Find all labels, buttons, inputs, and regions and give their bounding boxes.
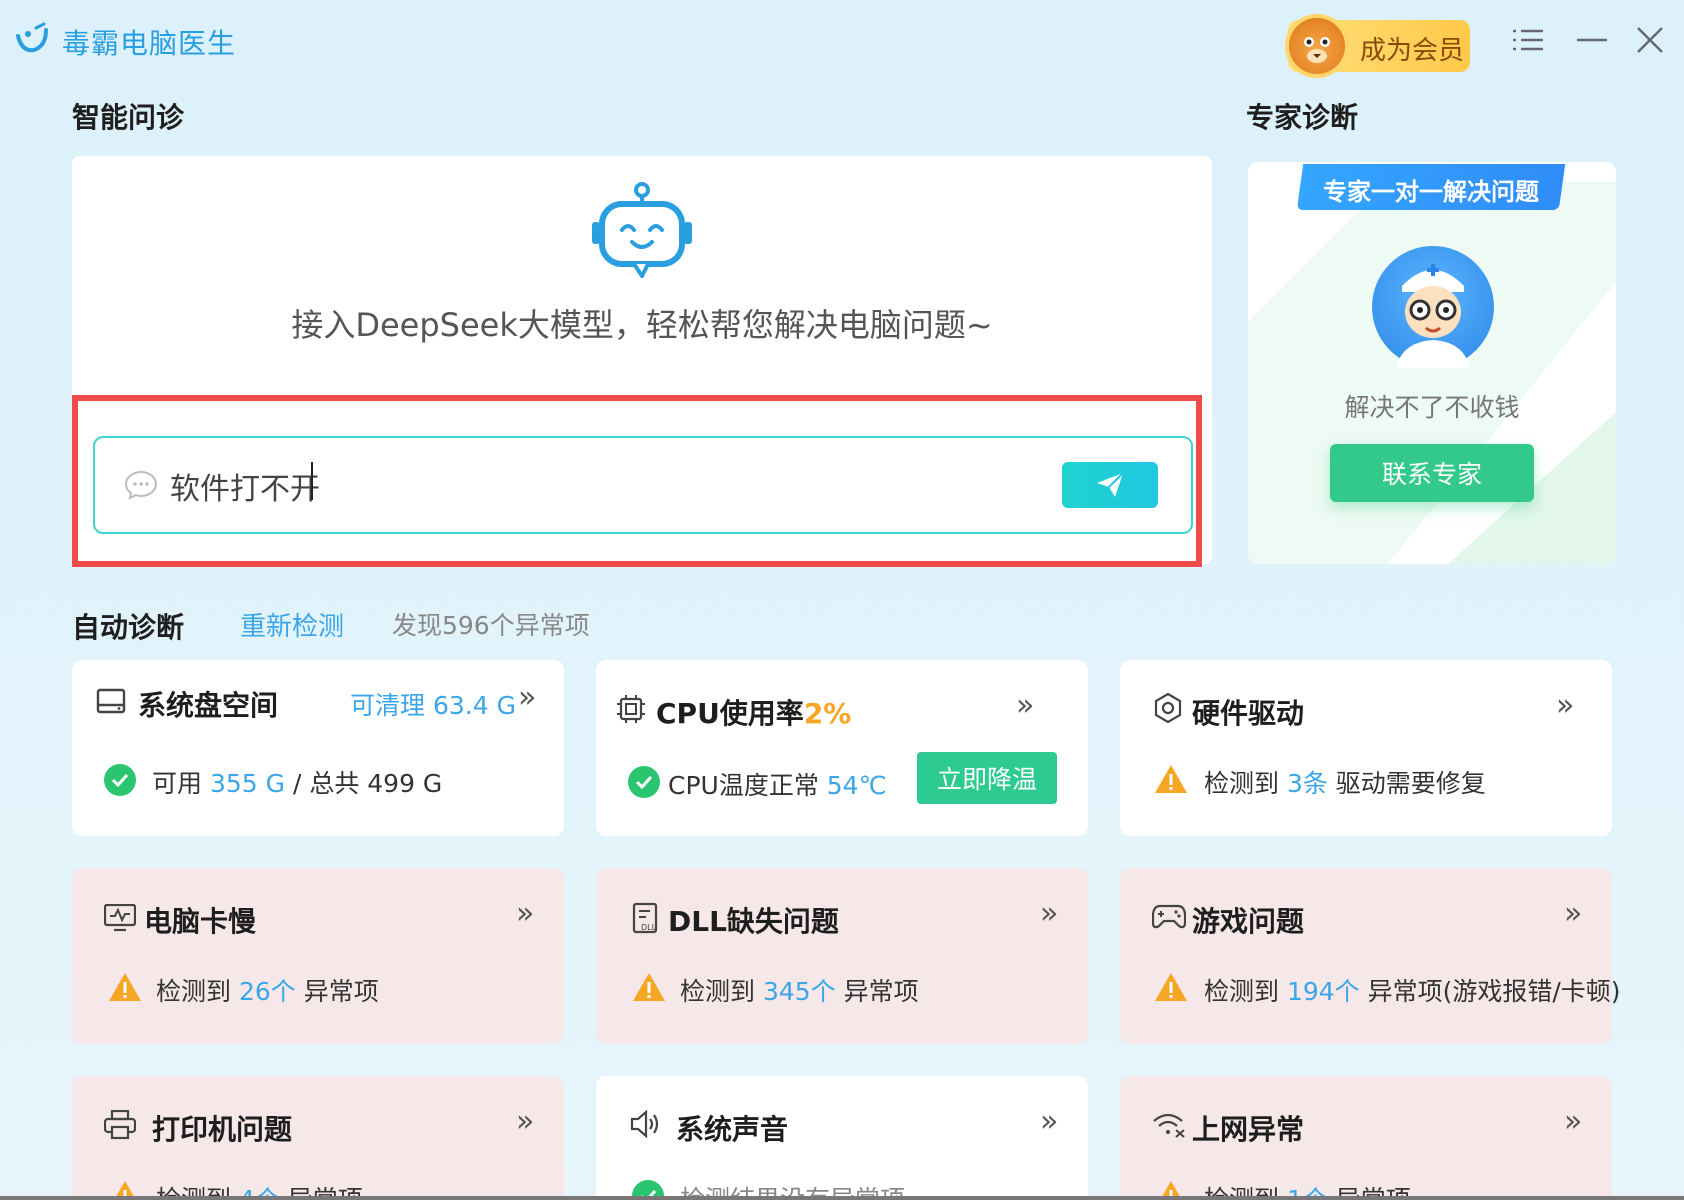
app-title: 毒霸电脑医生 [62, 27, 237, 60]
printer-chevron-icon[interactable]: » [516, 1104, 534, 1139]
robot-icon [590, 182, 694, 282]
printer-icon [103, 1109, 137, 1144]
cpu-temp-text: CPU温度正常 54℃ [668, 771, 887, 800]
card-cpu[interactable] [596, 660, 1088, 836]
paper-plane-icon [1097, 472, 1124, 497]
card-disk-title: 系统盘空间 [138, 689, 279, 722]
found-count-text: 发现596个异常项 [392, 611, 590, 640]
close-icon[interactable] [1630, 20, 1670, 60]
warning-icon [1154, 764, 1188, 794]
sound-chevron-icon[interactable]: » [1040, 1104, 1058, 1139]
send-button[interactable] [1062, 462, 1158, 508]
card-dll-title: DLL缺失问题 [668, 905, 839, 938]
dll-chevron-icon[interactable]: » [1040, 896, 1058, 931]
card-driver-title: 硬件驱动 [1192, 697, 1305, 730]
contact-expert-button[interactable]: 联系专家 [1330, 444, 1534, 502]
window-bottom-border [0, 1196, 1684, 1200]
question-input-value[interactable]: 软件打不开 [170, 464, 320, 508]
cpu-usage-value: 2% [803, 697, 852, 730]
expert-note: 解决不了不收钱 [1344, 393, 1520, 422]
card-game[interactable] [1120, 868, 1612, 1044]
network-chevron-icon[interactable]: » [1564, 1104, 1582, 1139]
vip-label[interactable]: 成为会员 [1360, 30, 1464, 67]
dll-status-text: 检测到 345个 异常项 [680, 977, 919, 1006]
menu-icon[interactable] [1508, 20, 1548, 60]
card-slow-title: 电脑卡慢 [144, 905, 257, 938]
cpu-icon [616, 694, 646, 728]
card-game-title: 游戏问题 [1192, 905, 1305, 938]
disk-icon [96, 686, 126, 720]
game-status-text: 检测到 194个 异常项(游戏报错/卡顿) [1204, 977, 1621, 1006]
dll-file-icon: DLL [632, 902, 660, 938]
doctor-avatar-icon [1372, 246, 1494, 368]
card-network-title: 上网异常 [1192, 1113, 1305, 1146]
ai-intro-text: 接入DeepSeek大模型，轻松帮您解决电脑问题~ [291, 306, 993, 344]
card-slow[interactable] [72, 868, 564, 1044]
minimize-icon[interactable] [1572, 20, 1612, 60]
warning-icon [108, 972, 142, 1002]
check-icon [628, 766, 660, 798]
warning-icon [1154, 972, 1188, 1002]
slow-chevron-icon[interactable]: » [516, 896, 534, 931]
driver-status-text: 检测到 3条 驱动需要修复 [1204, 769, 1486, 798]
disk-clean-value: 63.4 G [432, 691, 516, 720]
card-driver[interactable] [1120, 660, 1612, 836]
cpu-chevron-icon[interactable]: » [1016, 688, 1034, 723]
card-cpu-title: CPU使用率2% [656, 697, 852, 730]
recheck-link[interactable]: 重新检测 [240, 606, 344, 643]
card-printer-title: 打印机问题 [152, 1113, 293, 1146]
driver-chevron-icon[interactable]: » [1556, 688, 1574, 723]
ai-heading: 智能问诊 [72, 101, 185, 134]
chat-bubble-icon [124, 470, 158, 504]
card-sound-title: 系统声音 [676, 1113, 789, 1146]
check-icon [104, 764, 136, 796]
disk-usage-text: 可用 355 G / 总共 499 G [152, 769, 443, 798]
card-dll[interactable] [596, 868, 1088, 1044]
wifi-off-icon [1152, 1112, 1186, 1142]
disk-chevron-icon[interactable]: » [518, 680, 536, 715]
speaker-icon [630, 1109, 660, 1142]
slow-status-text: 检测到 26个 异常项 [156, 977, 379, 1006]
expert-banner-text: 专家一对一解决问题 [1323, 178, 1539, 206]
app-logo-icon [14, 22, 50, 58]
tiger-avatar-icon[interactable] [1285, 14, 1349, 78]
gamepad-icon [1151, 904, 1187, 934]
game-chevron-icon[interactable]: » [1564, 896, 1582, 931]
text-caret [311, 462, 313, 500]
auto-heading: 自动诊断 [72, 611, 185, 644]
cool-down-button[interactable]: 立即降温 [917, 752, 1057, 804]
monitor-icon [103, 903, 137, 936]
disk-clean-text[interactable]: 可清理 63.4 G [350, 686, 516, 722]
warning-icon [632, 972, 666, 1002]
gear-icon [1152, 692, 1184, 728]
svg-text:DLL: DLL [641, 923, 657, 932]
expert-heading: 专家诊断 [1246, 101, 1359, 134]
